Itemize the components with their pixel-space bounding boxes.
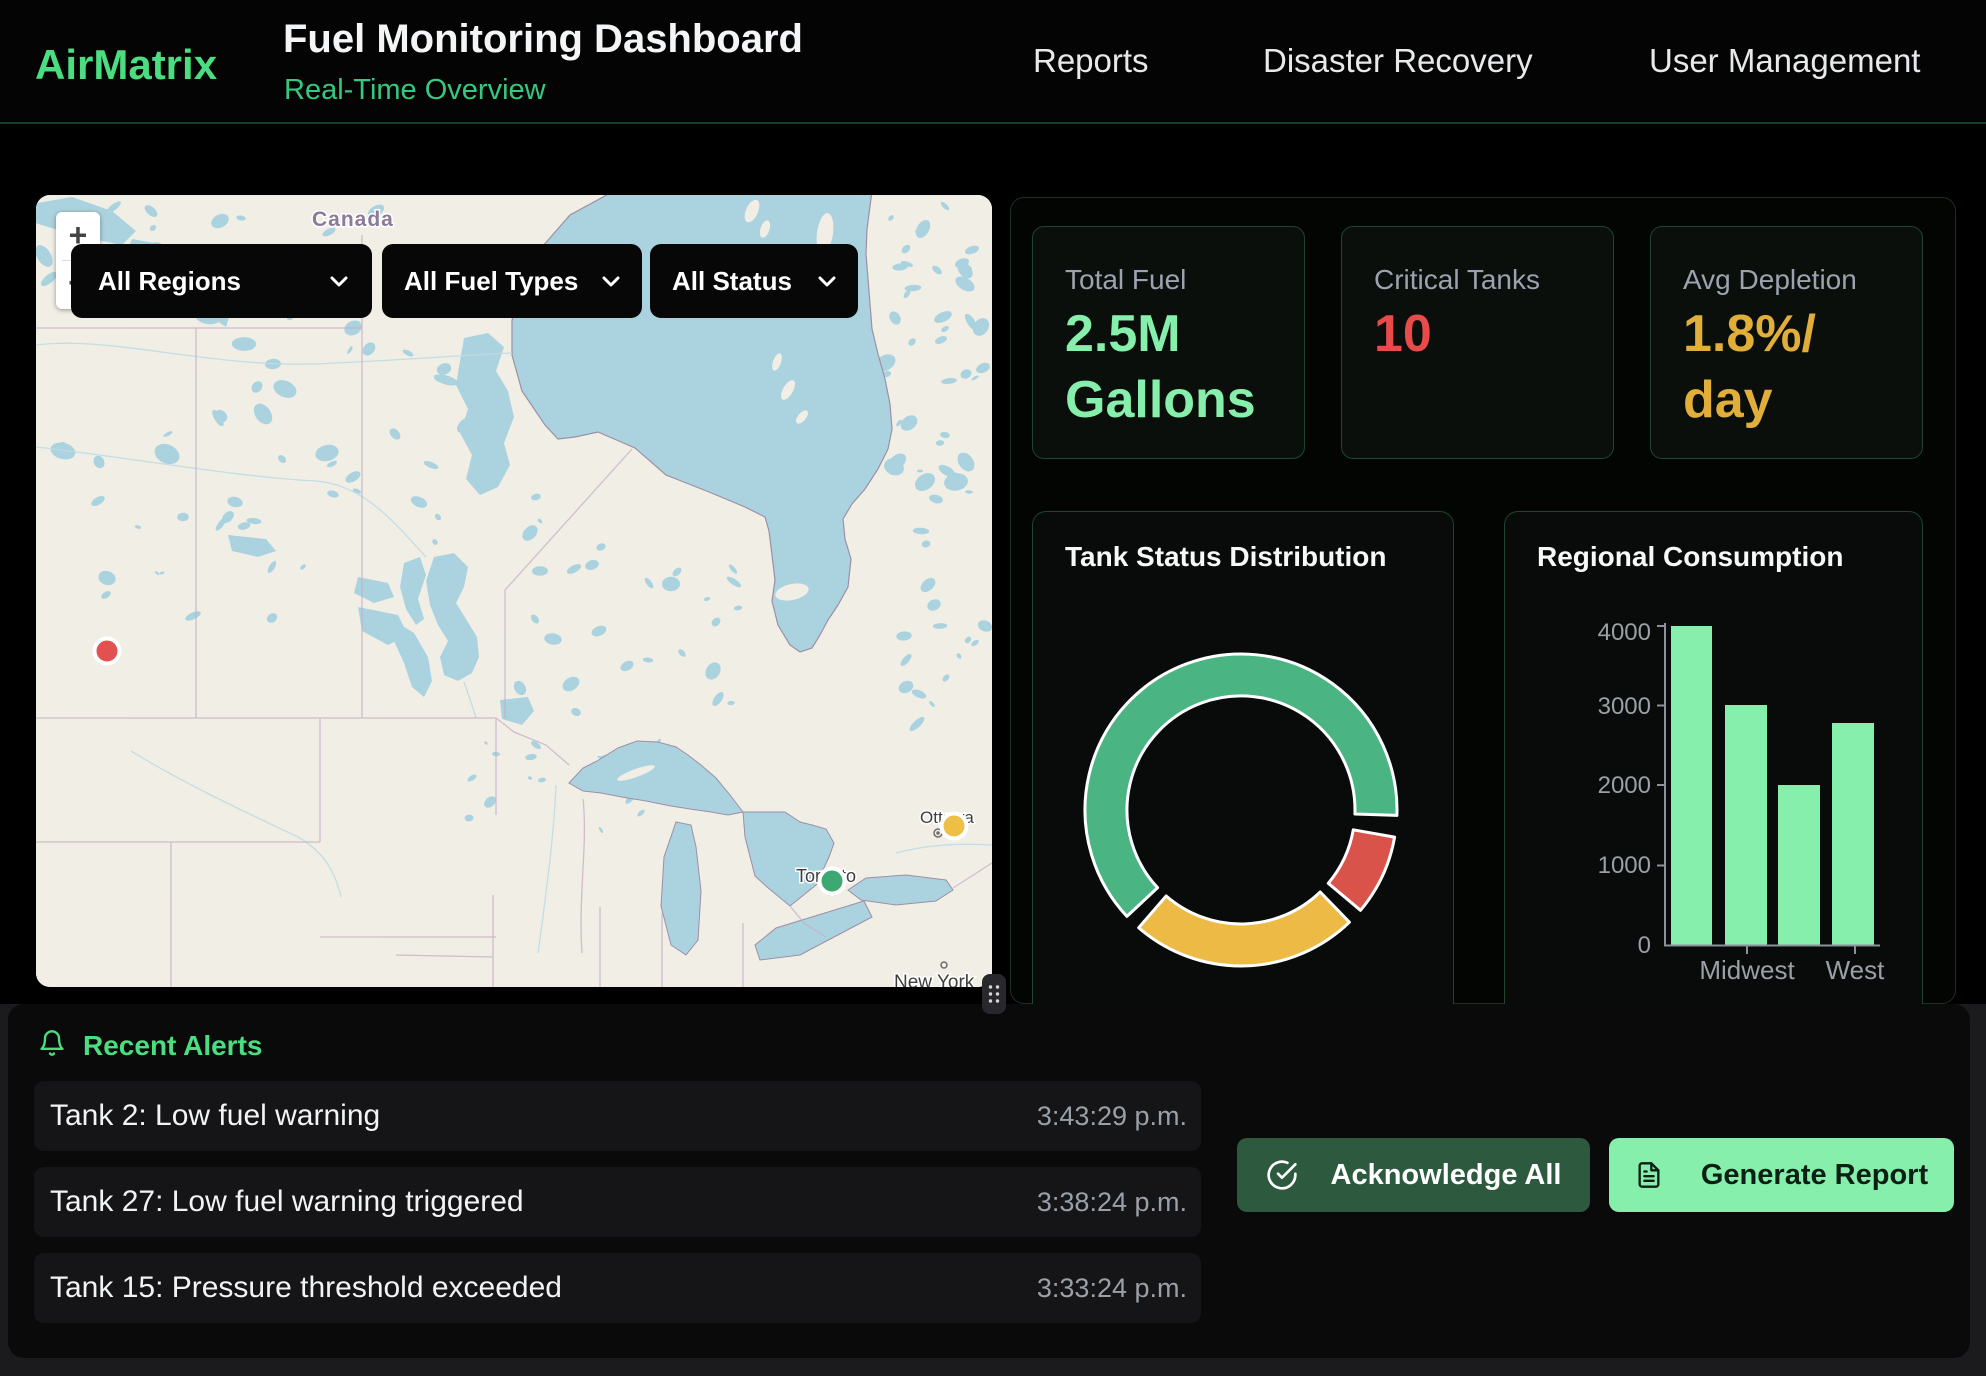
- svg-text:Midwest: Midwest: [1699, 955, 1795, 985]
- svg-text:West: West: [1826, 955, 1886, 985]
- svg-text:1000: 1000: [1598, 852, 1651, 879]
- svg-text:New York: New York: [894, 972, 975, 987]
- svg-text:3000: 3000: [1598, 693, 1651, 720]
- svg-text:2000: 2000: [1598, 772, 1651, 799]
- svg-text:0: 0: [1638, 932, 1651, 959]
- svg-text:Canada: Canada: [312, 208, 394, 231]
- svg-text:4000: 4000: [1598, 619, 1651, 646]
